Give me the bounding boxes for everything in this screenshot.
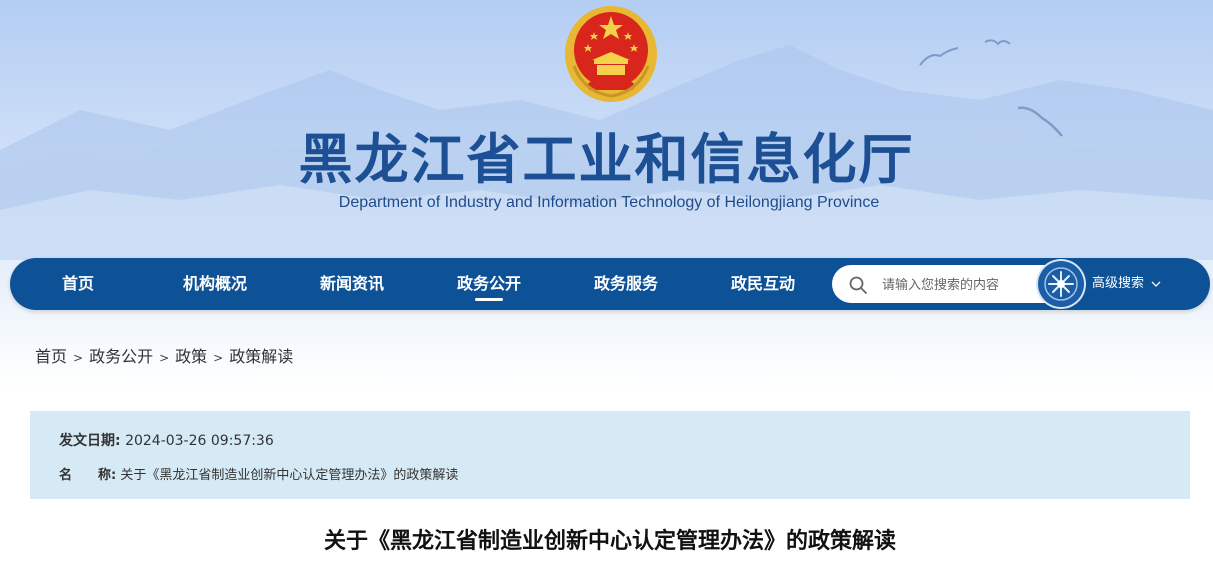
breadcrumb-separator: >	[73, 351, 84, 365]
document-name-row: 名 称: 关于《黑龙江省制造业创新中心认定管理办法》的政策解读	[59, 464, 458, 483]
publish-date-value: 2024-03-26 09:57:36	[125, 433, 274, 449]
main-navbar: 首页 机构概况 新闻资讯 政务公开 政务服务 政民互动 高级搜索	[10, 258, 1210, 310]
search-box	[832, 265, 1064, 303]
header-banner: 黑龙江省工业和信息化厅 Department of Industry and I…	[0, 0, 1213, 390]
article-title: 关于《黑龙江省制造业创新中心认定管理办法》的政策解读	[323, 529, 896, 554]
nav-item-government-affairs[interactable]: 政务公开	[442, 258, 536, 310]
national-emblem-icon	[565, 6, 657, 102]
breadcrumb-separator: >	[159, 351, 170, 365]
nav-item-news[interactable]: 新闻资讯	[305, 258, 399, 310]
search-engine-logo-icon[interactable]	[1038, 261, 1084, 307]
nav-item-services[interactable]: 政务服务	[579, 258, 673, 310]
page: 黑龙江省工业和信息化厅 Department of Industry and I…	[0, 0, 1213, 564]
breadcrumb-policy-interpretation[interactable]: 政策解读	[229, 347, 293, 366]
site-subtitle: Department of Industry and Information T…	[338, 194, 880, 211]
nav-item-interaction[interactable]: 政民互动	[716, 258, 810, 310]
nav-item-home[interactable]: 首页	[38, 258, 118, 310]
advanced-search-link[interactable]: 高级搜索	[1092, 258, 1161, 310]
chevron-down-icon	[1151, 281, 1161, 287]
search-icon[interactable]	[848, 275, 868, 295]
site-title: 黑龙江省工业和信息化厅	[298, 128, 915, 191]
search-input[interactable]	[880, 273, 1034, 297]
document-name-value: 关于《黑龙江省制造业创新中心认定管理办法》的政策解读	[120, 468, 459, 483]
breadcrumb-policy[interactable]: 政策	[175, 347, 207, 366]
breadcrumb-home[interactable]: 首页	[35, 347, 67, 366]
breadcrumb-government-affairs[interactable]: 政务公开	[89, 347, 153, 366]
publish-date-row: 发文日期: 2024-03-26 09:57:36	[59, 430, 274, 450]
publish-date-label: 发文日期:	[59, 433, 121, 449]
document-name-label: 名 称:	[59, 468, 117, 483]
breadcrumb-separator: >	[213, 351, 224, 365]
nav-item-about[interactable]: 机构概况	[168, 258, 262, 310]
breadcrumb: 首页 > 政务公开 > 政策 > 政策解读	[35, 343, 293, 367]
document-info-box: 发文日期: 2024-03-26 09:57:36 名 称: 关于《黑龙江省制造…	[30, 411, 1190, 499]
advanced-search-label: 高级搜索	[1092, 276, 1145, 291]
